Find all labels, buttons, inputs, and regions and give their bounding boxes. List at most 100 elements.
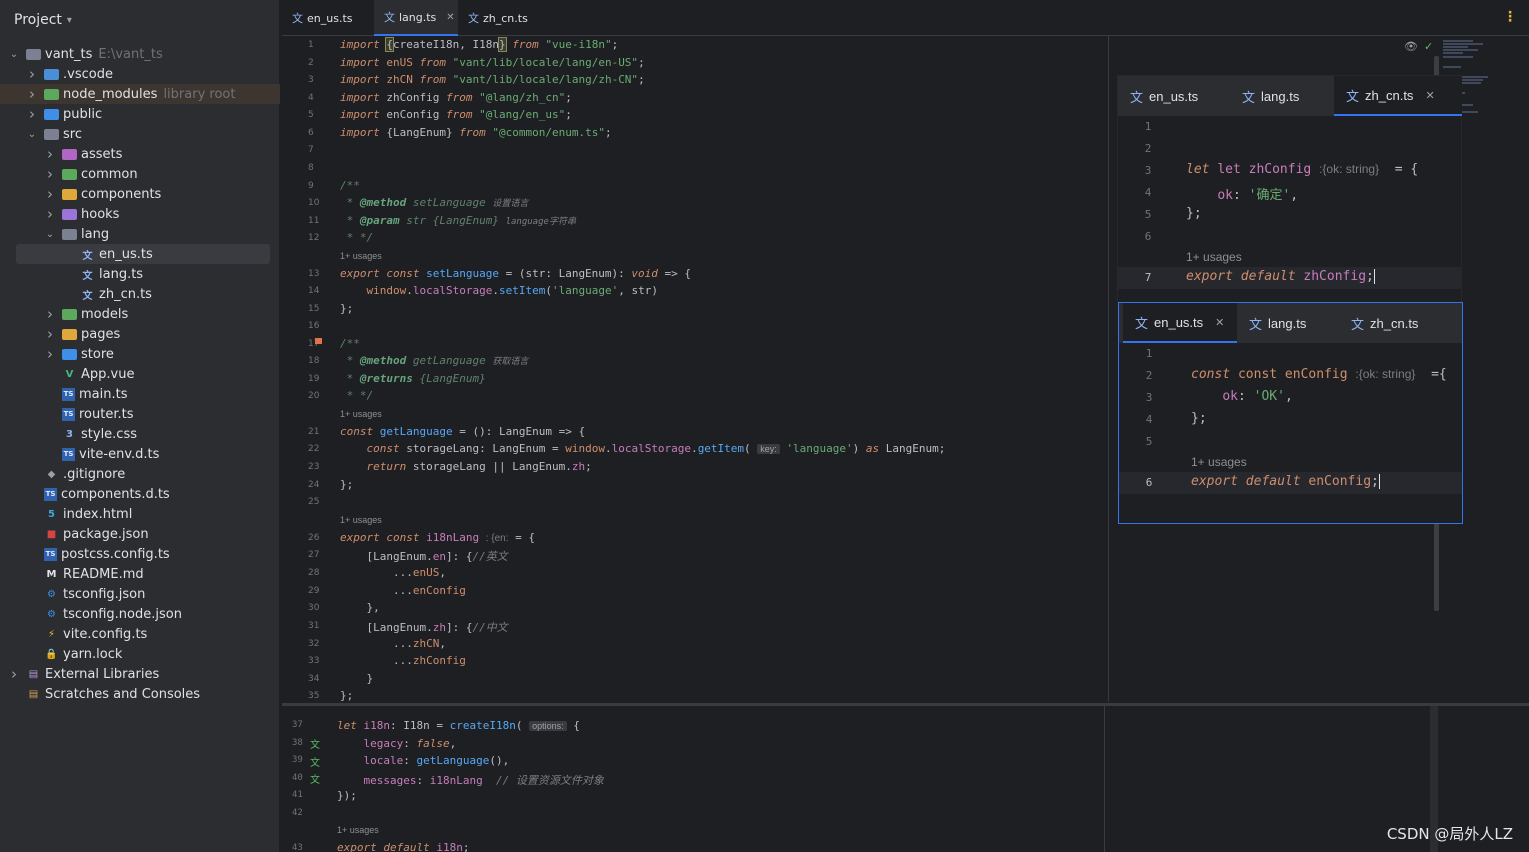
close-icon[interactable]: ✕ [1425, 89, 1434, 102]
line-number: 17 [308, 339, 320, 349]
popup-tab-en-us[interactable]: 文 en_us.ts [1130, 76, 1230, 116]
chevron-down-icon[interactable]: ⌄ [8, 49, 20, 60]
tree-item[interactable]: ▤ Scratches and Consoles [0, 684, 280, 704]
tree-item[interactable]: TS components.d.ts [0, 484, 280, 504]
chevron-right-icon[interactable]: › [26, 65, 38, 83]
tree-item[interactable]: 3 style.css [0, 424, 280, 444]
translation-gutter-icon[interactable]: 文 [310, 771, 320, 786]
bottom-split-editor[interactable]: 37 38 39 40 41 42 43 文 文 文 let i18n: I18… [282, 703, 1529, 852]
translation-gutter-icon[interactable]: 文 [310, 754, 320, 769]
popup-tab-en-us[interactable]: 文 en_us.ts ✕ [1123, 303, 1237, 343]
close-icon[interactable]: ✕ [1215, 316, 1224, 329]
usages-hint[interactable]: 1+ usages [340, 251, 382, 261]
chevron-down-icon[interactable]: ⌄ [26, 129, 38, 140]
line-number: 37 [292, 720, 303, 730]
tab-lang[interactable]: 文 lang.ts ✕ [374, 0, 458, 36]
tree-item[interactable]: 文 lang.ts [0, 264, 280, 284]
line-number: 1 [308, 40, 314, 50]
code-line-10: * @method setLanguage 设置语言 [340, 196, 529, 209]
tree-item[interactable]: › pages [0, 324, 280, 344]
tree-item[interactable]: TS router.ts [0, 404, 280, 424]
tree-item[interactable]: ⚙ tsconfig.json [0, 584, 280, 604]
tree-item[interactable]: › store [0, 344, 280, 364]
chevron-right-icon[interactable]: › [44, 305, 56, 323]
tree-item-label: Scratches and Consoles [45, 686, 201, 702]
chevron-right-icon[interactable]: › [44, 325, 56, 343]
tab-en-us[interactable]: 文 en_us.ts [282, 0, 372, 36]
tree-item[interactable]: ⚙ tsconfig.node.json [0, 604, 280, 624]
chevron-right-icon[interactable]: › [26, 105, 38, 123]
tree-item[interactable]: TS postcss.config.ts [0, 544, 280, 564]
usages-hint[interactable]: 1+ usages [337, 825, 379, 835]
tree-item[interactable]: ⌄ src [0, 124, 280, 144]
project-view-selector[interactable]: Project ▾ [0, 0, 279, 40]
tree-item-label: lang.ts [99, 266, 144, 282]
editor-split-divider[interactable] [1104, 706, 1105, 852]
popup-code[interactable]: 1 2 3 4 5 6 7 let let zhConfig :{ok: str… [1118, 116, 1461, 302]
more-options-icon[interactable]: ⋮ [1503, 9, 1517, 25]
bookmark-icon[interactable] [315, 338, 322, 344]
chevron-right-icon[interactable]: › [8, 665, 20, 683]
tree-item[interactable]: ⚡ vite.config.ts [0, 624, 280, 644]
tree-item[interactable]: › components [0, 184, 280, 204]
tree-item[interactable]: ◆ .gitignore [0, 464, 280, 484]
usages-hint[interactable]: 1+ usages [1186, 250, 1242, 264]
tree-item[interactable]: ⌄ lang [0, 224, 280, 244]
chevron-right-icon[interactable]: › [44, 145, 56, 163]
code-line-23: return storageLang || LangEnum.zh; [366, 460, 592, 473]
tree-item[interactable]: 5 index.html [0, 504, 280, 524]
code-line-31: [LangEnum.zh]: {//中文 [340, 621, 508, 634]
tree-item[interactable]: M README.md [0, 564, 280, 584]
tree-item[interactable]: › assets [0, 144, 280, 164]
tree-item[interactable]: › models [0, 304, 280, 324]
tree-item[interactable]: › hooks [0, 204, 280, 224]
folder-icon [44, 88, 59, 100]
tree-item[interactable]: TS vite-env.d.ts [0, 444, 280, 464]
tree-item-label: main.ts [79, 386, 128, 402]
tree-item[interactable]: › common [0, 164, 280, 184]
code-line-9: /** [340, 179, 360, 192]
tree-item[interactable]: › .vscode [0, 64, 280, 84]
editor-split-divider[interactable] [1108, 36, 1109, 702]
tree-item[interactable]: ■ package.json [0, 524, 280, 544]
inspection-widget[interactable]: 👁 ✓ [1404, 40, 1433, 53]
code-line-12: * */ [340, 231, 374, 244]
scratch-icon: ▤ [28, 688, 39, 700]
line-number: 3 [1144, 164, 1152, 177]
tree-item[interactable]: TS main.ts [0, 384, 280, 404]
translate-icon: 文 [1351, 316, 1365, 332]
chevron-down-icon[interactable]: ⌄ [44, 229, 56, 240]
popup-code[interactable]: 1 2 3 4 5 6 const const enConfig :{ok: s… [1119, 343, 1462, 523]
usages-hint[interactable]: 1+ usages [340, 515, 382, 525]
tab-zh-cn[interactable]: 文 zh_cn.ts [458, 0, 548, 36]
tree-item[interactable]: V App.vue [0, 364, 280, 384]
popup-tab-lang[interactable]: 文 lang.ts [1242, 76, 1342, 116]
tree-item[interactable]: ⌄ vant_ts E:\vant_ts [0, 44, 280, 64]
zh-cn-preview-popup[interactable]: 文 en_us.ts 文 lang.ts 文 zh_cn.ts ✕ 1 2 3 4 5 … [1117, 75, 1462, 303]
chevron-right-icon[interactable]: › [26, 85, 38, 103]
tree-item[interactable]: › public [0, 104, 280, 124]
minimap-line [1443, 46, 1468, 48]
tree-item[interactable]: 文 en_us.ts [0, 244, 280, 264]
code-line-1: import {createI18n, I18n} from "vue-i18n… [340, 37, 619, 52]
line-number: 11 [308, 216, 320, 226]
tree-item[interactable]: 文 zh_cn.ts [0, 284, 280, 304]
popup-tab-lang[interactable]: 文 lang.ts [1249, 303, 1349, 343]
tree-item[interactable]: 🔒 yarn.lock [0, 644, 280, 664]
popup-tab-zh-cn[interactable]: 文 zh_cn.ts [1351, 303, 1451, 343]
chevron-right-icon[interactable]: › [44, 205, 56, 223]
code-line-17: /** [340, 337, 360, 350]
tree-item[interactable]: › ▤ External Libraries [0, 664, 280, 684]
translation-gutter-icon[interactable]: 文 [310, 736, 320, 751]
close-icon[interactable]: ✕ [446, 12, 454, 23]
chevron-right-icon[interactable]: › [44, 165, 56, 183]
chevron-right-icon[interactable]: › [44, 345, 56, 363]
usages-hint[interactable]: 1+ usages [1191, 455, 1247, 469]
translate-icon: 文 [1242, 89, 1256, 105]
eye-icon[interactable]: 👁 [1404, 40, 1418, 53]
chevron-right-icon[interactable]: › [44, 185, 56, 203]
tree-item[interactable]: › node_modules library root [0, 84, 280, 104]
usages-hint[interactable]: 1+ usages [340, 409, 382, 419]
en-us-preview-popup[interactable]: 文 en_us.ts ✕ 文 lang.ts 文 zh_cn.ts 1 2 3 4 5 … [1118, 302, 1463, 524]
popup-tab-zh-cn[interactable]: 文 zh_cn.ts ✕ [1334, 76, 1462, 116]
